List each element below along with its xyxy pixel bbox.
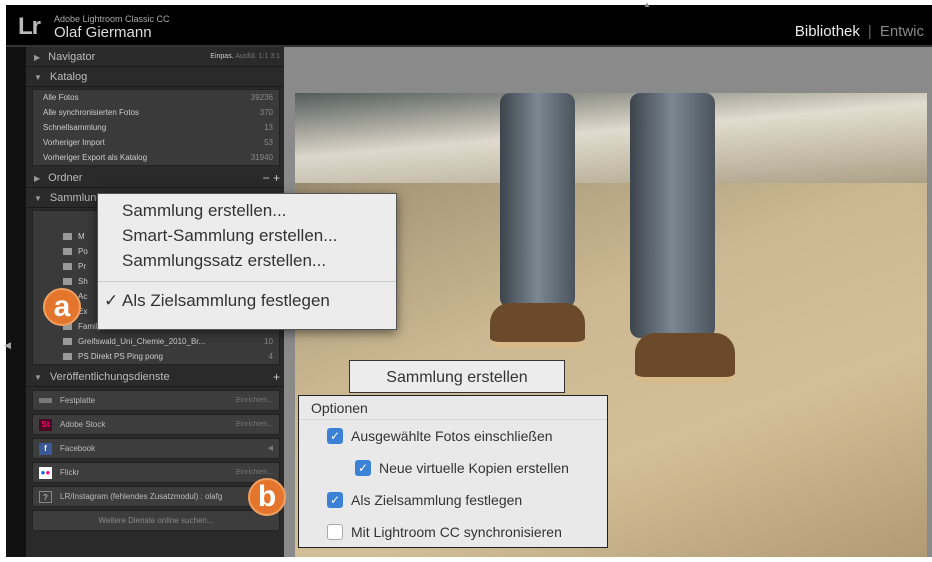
options-title: Optionen <box>299 396 607 420</box>
list-item[interactable]: Vorheriger Export als Katalog 31940 <box>33 150 279 165</box>
menu-item-set-target-collection[interactable]: ✓ Als Zielsammlung festlegen <box>98 288 396 313</box>
checkbox-checked-icon[interactable]: ✓ <box>355 460 371 476</box>
flickr-icon: ●● <box>39 466 52 479</box>
module-picker: Bibliothek | Entwic <box>794 23 924 40</box>
module-library[interactable]: Bibliothek <box>795 23 860 40</box>
publish-service-flickr[interactable]: ●● Flickr Einrichten... <box>32 462 280 483</box>
list-item[interactable]: Schnellsammlung 13 <box>33 120 279 135</box>
list-item[interactable]: Greifswald_Uni_Chemie_2010_Br... 10 <box>33 334 279 349</box>
option-set-target[interactable]: ✓ Als Zielsammlung festlegen <box>299 484 607 516</box>
checkbox-checked-icon[interactable]: ✓ <box>327 428 343 444</box>
harddisk-icon <box>39 398 52 404</box>
module-develop[interactable]: Entwic <box>880 23 924 40</box>
option-sync-lightroom-cc[interactable]: Mit Lightroom CC synchronisieren <box>299 516 607 548</box>
catalog-header[interactable]: ▼ Katalog <box>26 67 286 87</box>
right-leg <box>630 93 715 338</box>
left-shoe <box>490 303 585 348</box>
publish-service-adobe-stock[interactable]: St Adobe Stock Einrichten... <box>32 414 280 435</box>
app-title: Adobe Lightroom Classic CC <box>54 14 170 24</box>
navigator-header[interactable]: ▶ Navigator Einpas. Ausfül. 1:1 3:1 <box>26 47 286 67</box>
left-leg <box>500 93 575 308</box>
find-more-services-button[interactable]: Weitere Dienste online suchen... <box>32 510 280 531</box>
list-item[interactable]: Alle synchronisierten Fotos 370 <box>33 105 279 120</box>
create-collection-button[interactable]: Sammlung erstellen <box>349 360 565 393</box>
adobe-stock-icon: St <box>39 418 52 431</box>
list-item[interactable]: PS Direkt PS Ping pong 4 <box>33 349 279 364</box>
missing-plugin-folder-icon: ? <box>39 490 52 503</box>
collapse-left-arrow-icon[interactable]: ◀ <box>4 340 11 351</box>
facebook-icon: f <box>39 442 52 455</box>
publish-service-instagram[interactable]: ? LR/Instagram (fehlendes Zusatzmodul) : … <box>32 486 280 507</box>
catalog-list: Alle Fotos 39236 Alle synchronisierten Fo… <box>32 89 280 166</box>
callout-badge-a: a <box>43 288 81 326</box>
checkbox-unchecked-icon[interactable] <box>327 524 343 540</box>
folders-header[interactable]: ▶ Ordner − + <box>26 168 286 188</box>
option-virtual-copies[interactable]: ✓ Neue virtuelle Kopien erstellen <box>299 452 607 484</box>
publish-service-facebook[interactable]: f Facebook ◀ <box>32 438 280 459</box>
list-item[interactable]: Alle Fotos 39236 <box>33 90 279 105</box>
menu-item-create-smart-collection[interactable]: Smart-Sammlung erstellen... <box>98 223 396 248</box>
options-panel: Optionen ✓ Ausgewählte Fotos einschließen… <box>298 395 608 548</box>
lightroom-logo: Lr <box>18 13 41 40</box>
checkmark-icon: ✓ <box>104 291 119 310</box>
option-include-selected[interactable]: ✓ Ausgewählte Fotos einschließen <box>299 420 607 452</box>
collection-context-menu: Sammlung erstellen... Smart-Sammlung ers… <box>97 193 397 330</box>
right-shoe <box>635 333 735 383</box>
menu-item-create-collection[interactable]: Sammlung erstellen... <box>98 198 396 223</box>
sea-waves <box>295 93 927 183</box>
checkbox-checked-icon[interactable]: ✓ <box>327 492 343 508</box>
top-bar: Lr Adobe Lightroom Classic CC Olaf Gierm… <box>6 5 932 47</box>
collapse-top-arrow-icon[interactable]: ▲ <box>643 0 651 9</box>
list-item[interactable]: Vorheriger Import 53 <box>33 135 279 150</box>
callout-badge-b: b <box>248 478 286 516</box>
menu-item-create-collection-set[interactable]: Sammlungssatz erstellen... <box>98 248 396 273</box>
publish-header[interactable]: ▼ Veröffentlichungsdienste + <box>26 367 286 387</box>
user-name: Olaf Giermann <box>54 24 152 41</box>
menu-separator <box>98 281 396 282</box>
publish-service-harddisk[interactable]: Festplatte Einrichten... <box>32 390 280 411</box>
